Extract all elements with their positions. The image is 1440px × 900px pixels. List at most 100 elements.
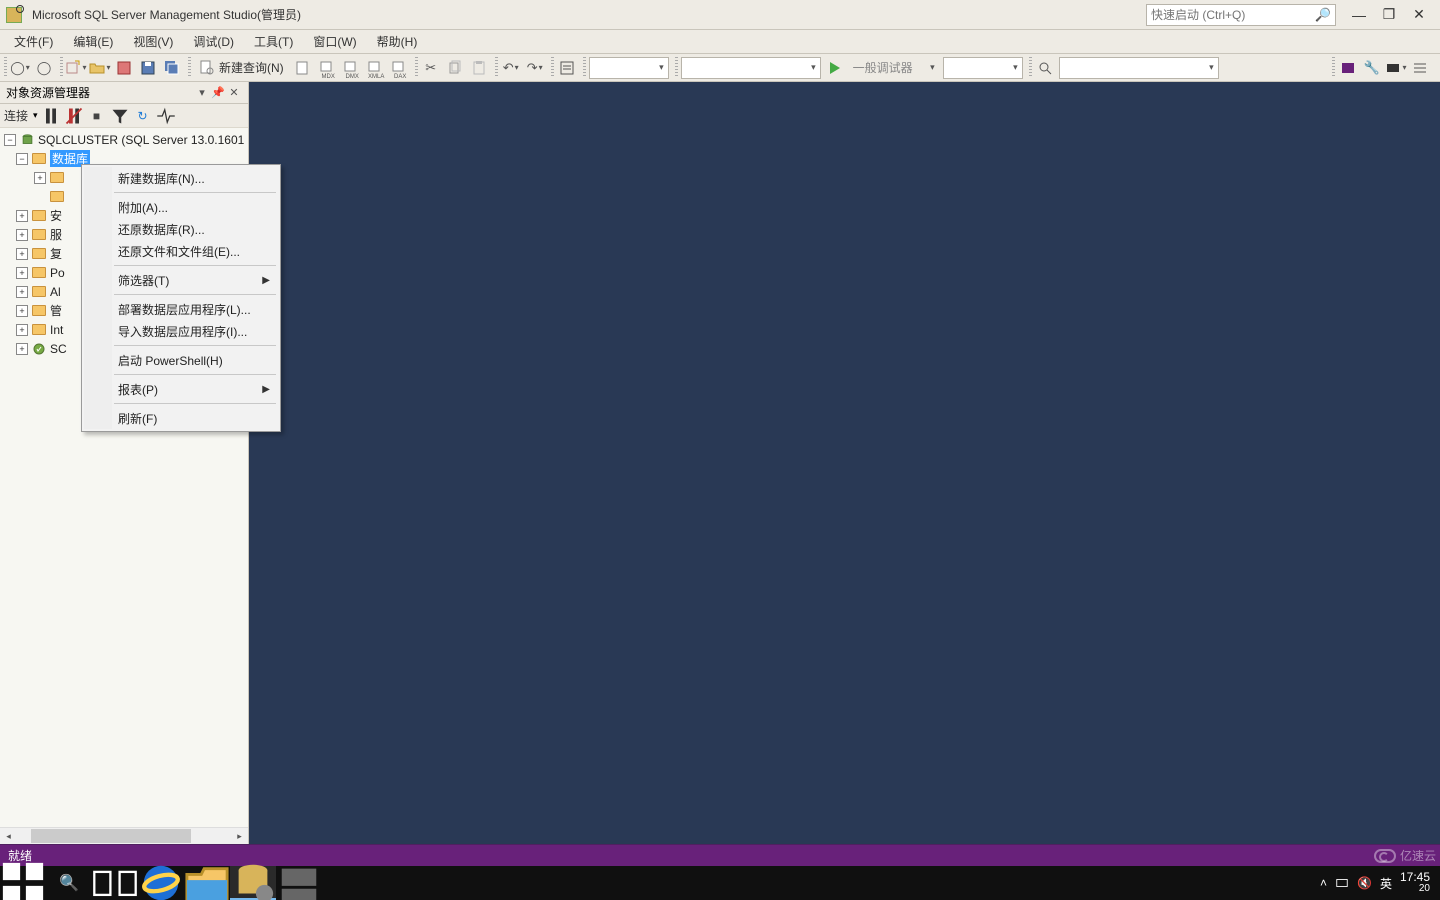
volume-icon[interactable]: 🔇 xyxy=(1357,876,1372,890)
find-combo[interactable]: ▾ xyxy=(1059,57,1219,79)
tree-node-label: Po xyxy=(50,266,65,280)
menu-debug[interactable]: 调试(D) xyxy=(185,31,242,52)
start-debug-split[interactable] xyxy=(824,57,846,79)
title-bar: Microsoft SQL Server Management Studio(管… xyxy=(0,0,1440,30)
scroll-thumb[interactable] xyxy=(31,829,191,843)
clock[interactable]: 17:45 20 xyxy=(1400,871,1430,895)
ie-taskbar-button[interactable] xyxy=(138,866,184,900)
filter-button[interactable] xyxy=(110,106,130,126)
database-combo[interactable]: ▾ xyxy=(589,57,669,79)
object-explorer-titlebar: 对象资源管理器 ▾ 📌 ✕ xyxy=(0,82,248,104)
connect-button[interactable] xyxy=(41,106,61,126)
context-menu-separator xyxy=(114,294,276,295)
panel-close-button[interactable]: ✕ xyxy=(226,86,242,99)
paste-button[interactable] xyxy=(468,57,490,79)
new-project-button[interactable]: ▾ xyxy=(65,57,87,79)
copy-button[interactable] xyxy=(444,57,466,79)
menu-help[interactable]: 帮助(H) xyxy=(369,31,426,52)
properties-button[interactable] xyxy=(556,57,578,79)
menu-window[interactable]: 窗口(W) xyxy=(305,31,364,52)
menu-file[interactable]: 文件(F) xyxy=(6,31,61,52)
tree-server-node[interactable]: − SQLCLUSTER (SQL Server 13.0.1601 xyxy=(0,130,248,149)
submenu-arrow-icon: ▶ xyxy=(262,384,270,395)
nav-forward-button[interactable]: ◯ xyxy=(33,57,55,79)
app-icon xyxy=(6,7,22,23)
context-menu-item[interactable]: 附加(A)... xyxy=(84,196,278,218)
quick-launch-input[interactable] xyxy=(1151,6,1315,24)
ssms-taskbar-button[interactable] xyxy=(230,866,276,900)
menu-bar: 文件(F) 编辑(E) 视图(V) 调试(D) 工具(T) 窗口(W) 帮助(H… xyxy=(0,30,1440,54)
network-icon[interactable] xyxy=(1335,876,1349,890)
pin-button[interactable]: 📌 xyxy=(210,86,226,99)
server-label: SQLCLUSTER (SQL Server 13.0.1601 xyxy=(38,133,244,147)
collapse-icon[interactable]: − xyxy=(16,153,28,165)
menu-view[interactable]: 视图(V) xyxy=(125,31,181,52)
toolbox-button[interactable] xyxy=(1409,57,1431,79)
mdx-query-button[interactable]: MDX xyxy=(316,57,338,79)
context-menu-item[interactable]: 导入数据层应用程序(I)... xyxy=(84,320,278,342)
scroll-left-arrow[interactable]: ◂ xyxy=(0,828,17,844)
context-menu-separator xyxy=(114,265,276,266)
maximize-button[interactable]: ❐ xyxy=(1374,4,1404,26)
context-menu-item[interactable]: 部署数据层应用程序(L)... xyxy=(84,298,278,320)
cut-button[interactable]: ✂ xyxy=(420,57,442,79)
minimize-button[interactable]: — xyxy=(1344,4,1374,26)
scroll-right-arrow[interactable]: ▸ xyxy=(231,828,248,844)
quick-launch-box[interactable]: 🔍 xyxy=(1146,4,1336,26)
horizontal-scrollbar[interactable]: ◂ ▸ xyxy=(0,827,248,844)
stop-button[interactable]: ■ xyxy=(87,106,107,126)
system-tray: ˄ 🔇 英 17:45 20 xyxy=(1310,871,1440,895)
activity-button[interactable] xyxy=(156,106,176,126)
undo-button[interactable]: ↶▾ xyxy=(500,57,522,79)
search-button[interactable]: 🔍 xyxy=(46,866,92,900)
context-menu-item[interactable]: 刷新(F) xyxy=(84,407,278,429)
menu-tools[interactable]: 工具(T) xyxy=(246,31,301,52)
registered-servers-button[interactable]: 🔧 xyxy=(1361,57,1383,79)
tree-node-label: SC xyxy=(50,342,67,356)
tree-node-label: 复 xyxy=(50,245,62,262)
activity-monitor-button[interactable] xyxy=(1337,57,1359,79)
window-title: Microsoft SQL Server Management Studio(管… xyxy=(32,6,301,23)
process-combo[interactable]: ▾ xyxy=(943,57,1023,79)
tree-node-label: Int xyxy=(50,323,63,337)
clock-time: 17:45 xyxy=(1400,871,1430,883)
menu-edit[interactable]: 编辑(E) xyxy=(65,31,121,52)
context-menu-item[interactable]: 筛选器(T)▶ xyxy=(84,269,278,291)
object-explorer-toggle-button[interactable]: ▾ xyxy=(1385,57,1407,79)
close-button[interactable]: ✕ xyxy=(1404,4,1434,26)
nav-back-button[interactable]: ◯▾ xyxy=(9,57,31,79)
server-icon xyxy=(19,133,35,147)
solution-config-combo[interactable]: ▾ xyxy=(681,57,821,79)
object-explorer-title: 对象资源管理器 xyxy=(6,84,90,101)
context-menu-item[interactable]: 新建数据库(N)... xyxy=(84,167,278,189)
add-item-button[interactable] xyxy=(113,57,135,79)
task-view-button[interactable] xyxy=(92,866,138,900)
context-menu-item[interactable]: 启动 PowerShell(H) xyxy=(84,349,278,371)
dmx-query-button[interactable]: DMX xyxy=(340,57,362,79)
save-button[interactable] xyxy=(137,57,159,79)
expand-icon[interactable]: + xyxy=(34,172,46,184)
dax-query-button[interactable]: DAX xyxy=(388,57,410,79)
save-all-button[interactable] xyxy=(161,57,183,79)
start-button[interactable] xyxy=(0,866,46,900)
find-button[interactable] xyxy=(1034,57,1056,79)
server-manager-taskbar-button[interactable] xyxy=(276,866,322,900)
debug-target-combo[interactable]: 一般调试器 ▾ xyxy=(849,57,939,79)
collapse-icon[interactable]: − xyxy=(4,134,16,146)
new-query-button[interactable]: 新建查询(N) xyxy=(193,57,290,79)
folder-icon xyxy=(49,171,65,185)
redo-button[interactable]: ↷▾ xyxy=(524,57,546,79)
xmla-query-button[interactable]: XMLA xyxy=(364,57,386,79)
tray-overflow-icon[interactable]: ˄ xyxy=(1320,876,1327,890)
search-icon: 🔍 xyxy=(1315,7,1331,23)
database-engine-query-button[interactable] xyxy=(292,57,314,79)
explorer-taskbar-button[interactable] xyxy=(184,866,230,900)
panel-menu-button[interactable]: ▾ xyxy=(194,86,210,99)
open-file-button[interactable]: ▾ xyxy=(89,57,111,79)
context-menu-item[interactable]: 还原数据库(R)... xyxy=(84,218,278,240)
disconnect-button[interactable] xyxy=(64,106,84,126)
context-menu-item[interactable]: 还原文件和文件组(E)... xyxy=(84,240,278,262)
ime-indicator[interactable]: 英 xyxy=(1380,875,1392,892)
refresh-button[interactable]: ↻ xyxy=(133,106,153,126)
context-menu-item[interactable]: 报表(P)▶ xyxy=(84,378,278,400)
